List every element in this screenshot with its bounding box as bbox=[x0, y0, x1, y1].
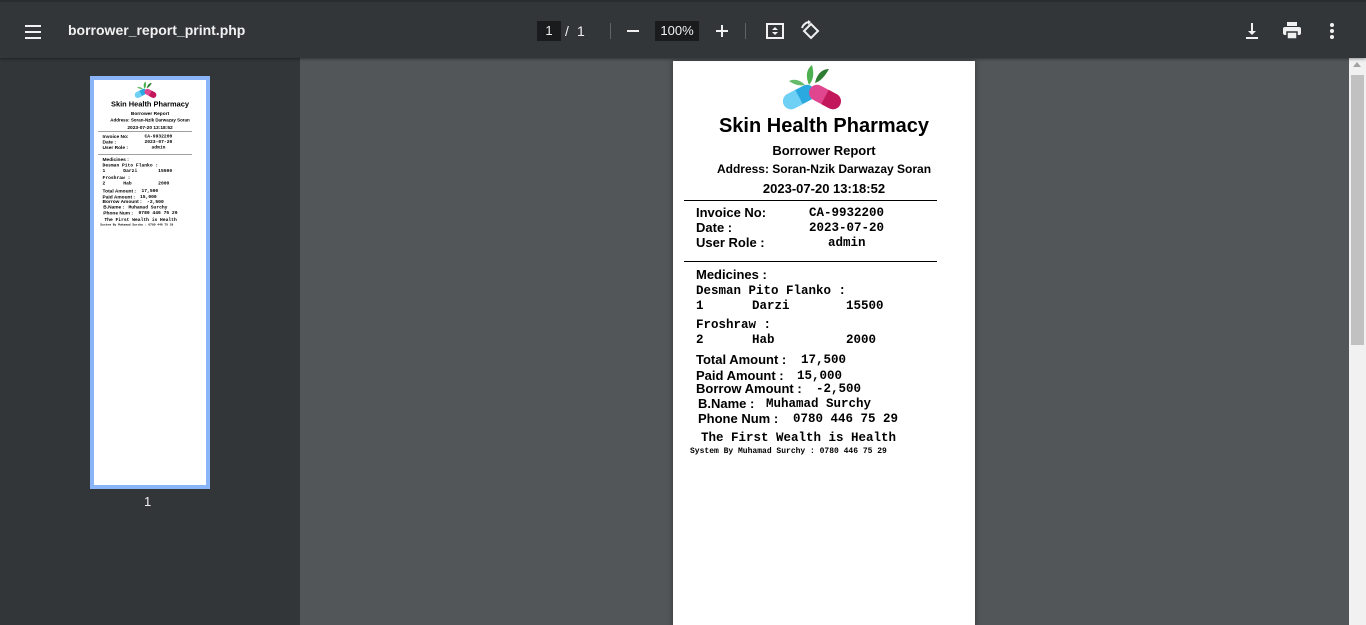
medicine-unit: Hab bbox=[123, 180, 132, 187]
medicine-name: Froshraw : bbox=[102, 175, 131, 181]
borrow-amount-value: -2,500 bbox=[816, 382, 862, 396]
medicine-price: 2000 bbox=[846, 333, 877, 347]
scroll-thumb[interactable] bbox=[1351, 75, 1364, 345]
pdf-page: Skin Health Pharmacy Borrower Report Add… bbox=[673, 61, 975, 625]
medicines-label: Medicines : bbox=[102, 156, 129, 162]
medicine-qty: 2 bbox=[102, 180, 106, 187]
role-label: User Role : bbox=[102, 144, 128, 151]
borrow-amount-label: Borrow Amount : bbox=[696, 381, 802, 396]
document-viewer: Skin Health Pharmacy Borrower Report Add… bbox=[300, 58, 1349, 625]
system-signature: System By Muhamad Surchy : 0780 446 75 2… bbox=[690, 447, 887, 456]
medicine-qty: 2 bbox=[696, 333, 704, 347]
role-value: admin bbox=[151, 144, 166, 151]
paid-amount-value: 15,000 bbox=[797, 369, 843, 383]
pharmacy-name: Skin Health Pharmacy bbox=[111, 100, 189, 109]
rotate-icon[interactable] bbox=[799, 19, 823, 43]
total-amount-label: Total Amount : bbox=[696, 352, 787, 367]
slogan: The First Wealth is Health bbox=[104, 217, 177, 223]
pharmacy-address: Address: Soran-Nzik Darwazay Soran bbox=[716, 162, 932, 176]
medicine-price: 15500 bbox=[846, 299, 884, 313]
medicine-name: Desman Pito Flanko : bbox=[696, 284, 847, 298]
medicine-unit: Darzi bbox=[752, 299, 790, 313]
medicines-label: Medicines : bbox=[696, 267, 767, 282]
role-label: User Role : bbox=[696, 235, 765, 250]
medicine-unit: Hab bbox=[752, 333, 775, 347]
medicine-name: Desman Pito Flanko : bbox=[102, 162, 159, 168]
borrow-amount-value: -2,500 bbox=[147, 199, 164, 205]
role-value: admin bbox=[828, 236, 866, 250]
borrower-name-label: B.Name : bbox=[698, 396, 755, 411]
more-icon[interactable] bbox=[1320, 19, 1344, 43]
total-amount-label: Total Amount : bbox=[102, 187, 137, 194]
phone-label: Phone Num : bbox=[103, 209, 134, 216]
pharmacy-address: Address: Soran-Nzik Darwazay Soran bbox=[110, 117, 190, 123]
receipt: Skin Health Pharmacy Borrower Report Add… bbox=[673, 61, 975, 625]
phone-value: 0780 446 75 29 bbox=[793, 412, 899, 426]
page-separator: / bbox=[565, 23, 569, 39]
zoom-in-icon[interactable] bbox=[710, 19, 734, 43]
invoice-label: Invoice No: bbox=[696, 205, 767, 220]
medicine-price: 15500 bbox=[158, 168, 173, 174]
phone-label: Phone Num : bbox=[698, 411, 779, 426]
pharmacy-logo bbox=[783, 65, 841, 110]
scroll-up-arrow-icon[interactable] bbox=[1353, 62, 1361, 67]
medicine-qty: 1 bbox=[102, 168, 106, 174]
medicine-price: 2000 bbox=[158, 180, 170, 187]
menu-icon[interactable] bbox=[22, 20, 46, 44]
report-datetime: 2023-07-20 13:18:52 bbox=[762, 181, 886, 196]
total-amount-value: 17,500 bbox=[141, 188, 159, 194]
zoom-level-input[interactable]: 100% bbox=[655, 21, 699, 41]
date-label: Date : bbox=[696, 220, 733, 235]
borrower-name-value: Muhamad Surchy bbox=[128, 204, 168, 210]
report-title: Borrower Report bbox=[130, 110, 170, 116]
total-pages: 1 bbox=[577, 23, 585, 39]
pharmacy-name: Skin Health Pharmacy bbox=[718, 115, 930, 137]
date-value: 2023-07-20 bbox=[809, 221, 885, 235]
report-title: Borrower Report bbox=[772, 143, 876, 158]
divider-line bbox=[684, 261, 937, 262]
pdf-toolbar: borrower_report_print.php 1 / 1 100% bbox=[0, 0, 1366, 58]
report-datetime: 2023-07-20 13:18:52 bbox=[127, 124, 173, 131]
medicine-name: Froshraw : bbox=[696, 318, 772, 332]
pharmacy-logo bbox=[134, 81, 157, 98]
vertical-scrollbar[interactable] bbox=[1349, 58, 1366, 625]
zoom-out-icon[interactable] bbox=[621, 19, 645, 43]
divider-line bbox=[684, 200, 937, 201]
date-value: 2023-07-20 bbox=[144, 139, 173, 145]
thumbnail-sidebar: Skin Health Pharmacy Borrower Report Add… bbox=[0, 58, 300, 625]
toolbar-divider bbox=[745, 23, 746, 39]
fit-page-icon[interactable] bbox=[763, 19, 787, 43]
page-number-input[interactable]: 1 bbox=[537, 21, 561, 41]
toolbar-divider bbox=[610, 23, 611, 39]
invoice-value: CA-9932200 bbox=[809, 206, 885, 220]
system-signature: System By Muhamad Surchy : 0780 446 75 2… bbox=[100, 223, 174, 227]
print-icon[interactable] bbox=[1280, 19, 1304, 43]
file-name: borrower_report_print.php bbox=[68, 22, 246, 38]
thumbnail-preview: Skin Health Pharmacy Borrower Report Add… bbox=[94, 80, 206, 295]
medicine-qty: 1 bbox=[696, 299, 704, 313]
medicine-unit: Darzi bbox=[123, 168, 138, 174]
slogan: The First Wealth is Health bbox=[701, 431, 897, 445]
phone-value: 0780 446 75 29 bbox=[138, 210, 178, 216]
page-thumbnail[interactable]: Skin Health Pharmacy Borrower Report Add… bbox=[90, 76, 210, 489]
thumbnail-page-number: 1 bbox=[144, 494, 152, 509]
borrower-name-value: Muhamad Surchy bbox=[766, 397, 872, 411]
invoice-value: CA-9932200 bbox=[144, 133, 173, 139]
total-amount-value: 17,500 bbox=[801, 353, 847, 367]
thumbnail-receipt: Skin Health Pharmacy Borrower Report Add… bbox=[94, 80, 206, 295]
download-icon[interactable] bbox=[1240, 19, 1264, 43]
